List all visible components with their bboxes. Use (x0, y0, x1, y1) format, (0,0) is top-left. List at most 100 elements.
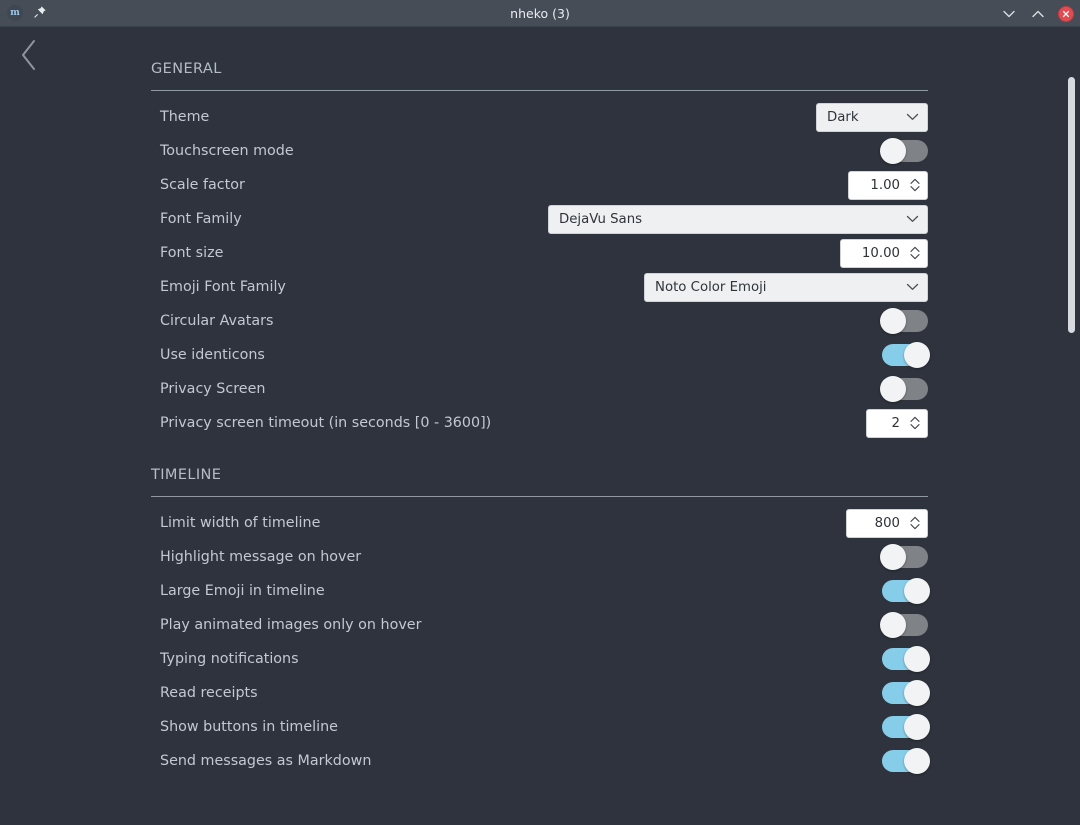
setting-row-play-animated-images-only-on-hover: Play animated images only on hover (151, 608, 928, 642)
setting-control-wrap: 1.00 (848, 170, 928, 200)
setting-control-wrap (882, 680, 930, 706)
setting-control-wrap (882, 578, 930, 604)
vertical-scrollbar-handle[interactable] (1068, 77, 1075, 333)
setting-label-use-identicons: Use identicons (160, 347, 265, 363)
toggle-play-animated-images-only-on-hover[interactable] (880, 612, 928, 638)
spinbox-scale-factor[interactable]: 1.00 (848, 170, 928, 200)
setting-control-wrap (880, 612, 928, 638)
pushpin-icon[interactable] (33, 5, 47, 21)
spinbox-limit-width-of-timeline[interactable]: 800 (846, 508, 928, 538)
setting-row-highlight-message-on-hover: Highlight message on hover (151, 540, 928, 574)
titlebar-left-icons: m (0, 5, 47, 21)
toggle-knob (880, 544, 906, 570)
toggle-typing-notifications[interactable] (882, 646, 930, 672)
nheko-app-icon[interactable]: m (7, 5, 23, 21)
combobox-theme[interactable]: Dark (816, 102, 928, 132)
setting-row-typing-notifications: Typing notifications (151, 642, 930, 676)
toggle-knob (904, 578, 930, 604)
spinbox-value-privacy-screen-timeout[interactable]: 2 (875, 416, 908, 431)
setting-row-circular-avatars: Circular Avatars (151, 304, 928, 338)
setting-row-privacy-screen: Privacy Screen (151, 372, 928, 406)
toggle-send-messages-as-markdown[interactable] (882, 748, 930, 774)
window-titlebar: m nheko (3) (0, 0, 1080, 27)
setting-row-privacy-screen-timeout: Privacy screen timeout (in seconds [0 - … (151, 406, 928, 440)
toggle-highlight-message-on-hover[interactable] (880, 544, 928, 570)
section-divider (151, 90, 928, 91)
setting-row-font-size: Font size 10.00 (151, 236, 928, 270)
toggle-knob (904, 342, 930, 368)
spinner-arrows-icon[interactable] (908, 515, 922, 531)
spinner-arrows-icon[interactable] (908, 415, 922, 431)
spinbox-privacy-screen-timeout[interactable]: 2 (866, 408, 928, 438)
combobox-emoji-font-family[interactable]: Noto Color Emoji (644, 272, 928, 302)
chevron-down-icon (906, 283, 919, 291)
close-button[interactable] (1058, 5, 1074, 22)
toggle-knob (904, 680, 930, 706)
toggle-knob (904, 646, 930, 672)
chevron-down-icon (906, 215, 919, 223)
vertical-scrollbar-track[interactable] (1064, 27, 1080, 825)
setting-row-read-receipts: Read receipts (151, 676, 930, 710)
setting-control-wrap (880, 138, 928, 164)
combobox-font-family[interactable]: DejaVu Sans (548, 204, 928, 234)
spinbox-value-scale-factor[interactable]: 1.00 (857, 178, 908, 193)
setting-label-limit-width-of-timeline: Limit width of timeline (160, 515, 321, 531)
toggle-knob (880, 138, 906, 164)
toggle-knob (904, 714, 930, 740)
setting-row-font-family: Font Family DejaVu Sans (151, 202, 928, 236)
chevron-down-icon (906, 113, 919, 121)
toggle-show-buttons-in-timeline[interactable] (882, 714, 930, 740)
setting-row-large-emoji-in-timeline: Large Emoji in timeline (151, 574, 930, 608)
setting-control-wrap: 2 (866, 408, 928, 438)
toggle-knob (880, 308, 906, 334)
maximize-button[interactable] (1029, 5, 1047, 23)
settings-scroll-area[interactable]: GENERAL Theme Dark Touchscreen mode Scale fa… (0, 27, 1080, 825)
toggle-large-emoji-in-timeline[interactable] (882, 578, 930, 604)
toggle-privacy-screen[interactable] (880, 376, 928, 402)
spinbox-value-font-size[interactable]: 10.00 (849, 246, 908, 261)
spinner-arrows-icon[interactable] (908, 177, 922, 193)
settings-panel: GENERAL Theme Dark Touchscreen mode Scale fa… (151, 27, 930, 778)
setting-control-wrap (880, 308, 928, 334)
spinbox-font-size[interactable]: 10.00 (840, 238, 928, 268)
setting-row-theme: Theme Dark (151, 100, 928, 134)
setting-control-wrap: Noto Color Emoji (644, 272, 928, 302)
setting-row-use-identicons: Use identicons (151, 338, 930, 372)
spinner-arrows-icon[interactable] (908, 245, 922, 261)
toggle-touchscreen-mode[interactable] (880, 138, 928, 164)
toggle-knob (904, 748, 930, 774)
section-heading-timeline: TIMELINE (151, 467, 222, 483)
setting-label-typing-notifications: Typing notifications (160, 651, 299, 667)
setting-row-send-messages-as-markdown: Send messages as Markdown (151, 744, 930, 778)
setting-label-send-messages-as-markdown: Send messages as Markdown (160, 753, 372, 769)
setting-label-read-receipts: Read receipts (160, 685, 258, 701)
setting-label-privacy-screen-timeout: Privacy screen timeout (in seconds [0 - … (160, 415, 492, 431)
minimize-button[interactable] (1000, 5, 1018, 23)
setting-label-play-animated-images-only-on-hover: Play animated images only on hover (160, 617, 422, 633)
section-divider (151, 496, 928, 497)
combobox-value-emoji-font-family: Noto Color Emoji (655, 279, 767, 295)
setting-label-theme: Theme (160, 109, 210, 125)
setting-control-wrap: DejaVu Sans (548, 204, 928, 234)
combobox-value-font-family: DejaVu Sans (559, 211, 643, 227)
window-controls (1000, 0, 1074, 27)
setting-label-show-buttons-in-timeline: Show buttons in timeline (160, 719, 338, 735)
setting-control-wrap (880, 376, 928, 402)
setting-row-touchscreen-mode: Touchscreen mode (151, 134, 928, 168)
setting-label-privacy-screen: Privacy Screen (160, 381, 266, 397)
toggle-read-receipts[interactable] (882, 680, 930, 706)
toggle-knob (880, 376, 906, 402)
setting-control-wrap (882, 714, 930, 740)
toggle-use-identicons[interactable] (882, 342, 930, 368)
setting-control-wrap: Dark (816, 102, 928, 132)
setting-control-wrap: 800 (846, 508, 928, 538)
setting-label-highlight-message-on-hover: Highlight message on hover (160, 549, 362, 565)
spinbox-value-limit-width-of-timeline[interactable]: 800 (855, 516, 908, 531)
setting-row-limit-width-of-timeline: Limit width of timeline 800 (151, 506, 928, 540)
toggle-circular-avatars[interactable] (880, 308, 928, 334)
section-heading-general: GENERAL (151, 61, 222, 77)
setting-label-scale-factor: Scale factor (160, 177, 245, 193)
setting-label-font-size: Font size (160, 245, 224, 261)
